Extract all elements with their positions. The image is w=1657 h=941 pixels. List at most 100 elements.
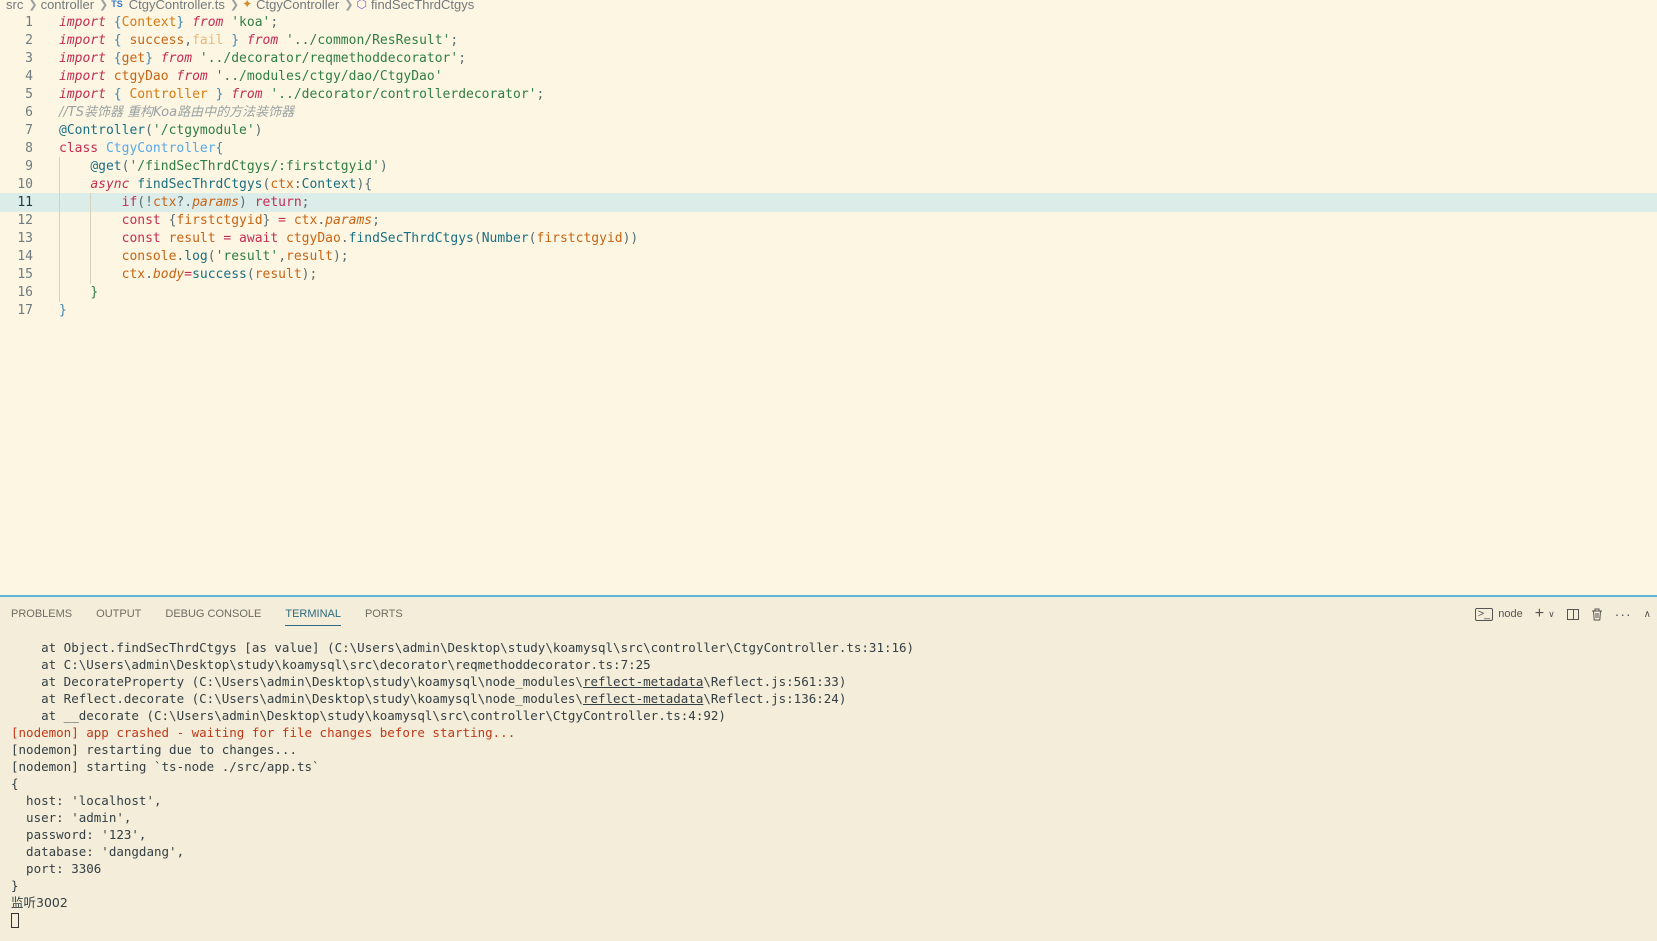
breadcrumb-label: CtgyController	[256, 0, 340, 12]
breadcrumb-label: controller	[40, 0, 95, 12]
code-text: const result = await ctgyDao.findSecThrd…	[121, 231, 639, 246]
code-line[interactable]: 14 console.log('result',result);	[0, 247, 1657, 266]
plus-icon: +	[1534, 605, 1545, 622]
terminal-line: {	[11, 776, 19, 791]
tab-problems[interactable]: PROBLEMS	[0, 603, 72, 625]
ellipsis-icon: ···	[1614, 606, 1632, 622]
terminal-line: at Object.findSecThrdCtgys [as value] (C…	[11, 640, 915, 655]
bottom-panel: PROBLEMS OUTPUT DEBUG CONSOLE TERMINAL P…	[0, 597, 1657, 941]
breadcrumb-item-controller[interactable]: controller	[41, 0, 94, 12]
tab-ports[interactable]: PORTS	[354, 603, 403, 625]
line-number: 15	[17, 267, 33, 282]
terminal-name: node	[1498, 608, 1523, 620]
terminal-line: }	[11, 878, 19, 893]
code-text: async findSecThrdCtgys(ctx:Context){	[90, 177, 373, 192]
tab-terminal[interactable]: TERMINAL	[274, 603, 341, 626]
panel-tabs: PROBLEMS OUTPUT DEBUG CONSOLE TERMINAL P…	[0, 597, 416, 631]
code-line[interactable]: 4 import ctgyDao from '../modules/ctgy/d…	[0, 67, 1657, 86]
code-text: @Controller('/ctgymodule')	[59, 123, 263, 138]
code-line[interactable]: 8 class CtgyController{	[0, 139, 1657, 158]
code-text: const {firstctgyid} = ctx.params;	[121, 213, 380, 228]
kill-terminal-button[interactable]	[1591, 608, 1603, 621]
code-text: if(!ctx?.params) return;	[121, 195, 310, 210]
terminal-output[interactable]: at Object.findSecThrdCtgys [as value] (C…	[11, 639, 914, 928]
terminal-line: user: 'admin',	[11, 810, 132, 825]
terminal-line: [nodemon] starting `ts-node ./src/app.ts…	[11, 759, 320, 774]
terminal-prompt[interactable]	[11, 911, 914, 928]
line-number: 13	[17, 231, 33, 246]
code-text: class CtgyController{	[59, 141, 224, 156]
terminal-line: password: '123',	[11, 827, 147, 842]
code-line[interactable]: 6 //TS装饰器 重构Koa路由中的方法装饰器	[0, 103, 1657, 122]
code-text: }	[59, 303, 67, 318]
line-number: 11	[17, 195, 33, 210]
terminal-line: host: 'localhost',	[11, 793, 162, 808]
code-line[interactable]: 10 async findSecThrdCtgys(ctx:Context){	[0, 175, 1657, 194]
chevron-up-icon: ∧	[1643, 608, 1651, 620]
breadcrumb-item-method[interactable]: ⬡ findSecThrdCtgys	[356, 0, 474, 12]
terminal-icon: >_	[1474, 607, 1494, 621]
breadcrumb-item-src[interactable]: src	[0, 0, 23, 12]
line-number: 16	[17, 285, 33, 300]
terminal-line: [nodemon] restarting due to changes...	[11, 742, 297, 757]
terminal-line-error: [nodemon] app crashed - waiting for file…	[11, 725, 516, 740]
line-number: 10	[17, 177, 33, 192]
code-line[interactable]: 3 import {get} from '../decorator/reqmet…	[0, 49, 1657, 68]
line-number: 3	[25, 51, 33, 66]
breadcrumb-item-file[interactable]: TS CtgyController.ts	[111, 0, 225, 12]
code-line[interactable]: 13 const result = await ctgyDao.findSecT…	[0, 229, 1657, 248]
terminal-line: at Reflect.decorate (C:\Users\admin\Desk…	[11, 691, 847, 706]
code-line[interactable]: 7 @Controller('/ctgymodule')	[0, 121, 1657, 140]
tab-debug-console[interactable]: DEBUG CONSOLE	[154, 603, 261, 625]
tab-output[interactable]: OUTPUT	[85, 603, 141, 625]
line-number: 6	[25, 105, 33, 120]
code-line[interactable]: 15 ctx.body=success(result);	[0, 265, 1657, 284]
line-number: 12	[17, 213, 33, 228]
breadcrumb-item-class[interactable]: ✦ CtgyController	[242, 0, 339, 12]
terminal-selector[interactable]: >_ node	[1474, 607, 1523, 621]
terminal-line: at __decorate (C:\Users\admin\Desktop\st…	[11, 708, 726, 723]
split-terminal-button[interactable]	[1566, 608, 1579, 620]
method-icon: ⬡	[356, 0, 367, 11]
code-text: console.log('result',result);	[121, 249, 349, 264]
code-line[interactable]: 12 const {firstctgyid} = ctx.params;	[0, 211, 1657, 230]
new-terminal-button[interactable]: + ∨	[1535, 605, 1555, 623]
terminal-line: at C:\Users\admin\Desktop\study\koamysql…	[11, 657, 651, 672]
split-terminal-icon	[1566, 608, 1579, 620]
code-line[interactable]: 2 import { success,fail } from '../commo…	[0, 31, 1657, 50]
code-line[interactable]: 17 }	[0, 301, 1657, 320]
breadcrumb-label: CtgyController.ts	[128, 0, 225, 12]
code-line-active[interactable]: 11 if(!ctx?.params) return;	[0, 193, 1657, 212]
code-line[interactable]: 1 import {Context} from 'koa';	[0, 13, 1657, 32]
line-number: 9	[25, 159, 33, 174]
terminal-line: database: 'dangdang',	[11, 844, 185, 859]
code-text: import { Controller } from '../decorator…	[59, 87, 545, 102]
trash-icon	[1591, 608, 1602, 620]
chevron-right-icon: ❯	[229, 0, 240, 11]
code-text: import ctgyDao from '../modules/ctgy/dao…	[59, 69, 443, 84]
code-text: import {Context} from 'koa';	[59, 15, 279, 30]
breadcrumb-label: findSecThrdCtgys	[370, 0, 475, 12]
line-number: 5	[25, 87, 33, 102]
code-text: ctx.body=success(result);	[121, 267, 318, 282]
code-line[interactable]: 5 import { Controller } from '../decorat…	[0, 85, 1657, 104]
line-number: 7	[25, 123, 33, 138]
line-number: 8	[25, 141, 33, 156]
maximize-panel-button[interactable]: ∧	[1644, 609, 1651, 620]
code-text: import {get} from '../decorator/reqmetho…	[59, 51, 467, 66]
code-line[interactable]: 9 @get('/findSecThrdCtgys/:firstctgyid')	[0, 157, 1657, 176]
more-actions-button[interactable]: ···	[1615, 606, 1632, 622]
terminal-link[interactable]: reflect-metadata	[583, 674, 703, 689]
line-number: 14	[17, 249, 33, 264]
terminal-line: port: 3306	[11, 861, 102, 876]
code-editor[interactable]: 1 import {Context} from 'koa'; 2 import …	[0, 13, 1657, 595]
code-line[interactable]: 16 }	[0, 283, 1657, 302]
breadcrumb-label: src	[6, 0, 24, 12]
breadcrumb: src ❯ controller ❯ TS CtgyController.ts …	[0, 0, 474, 12]
code-text: @get('/findSecThrdCtgys/:firstctgyid')	[90, 159, 388, 174]
terminal-link[interactable]: reflect-metadata	[583, 691, 703, 706]
typescript-file-icon: TS	[111, 0, 123, 9]
line-number: 1	[25, 15, 33, 30]
code-text: }	[90, 285, 99, 300]
chevron-right-icon: ❯	[344, 0, 354, 11]
